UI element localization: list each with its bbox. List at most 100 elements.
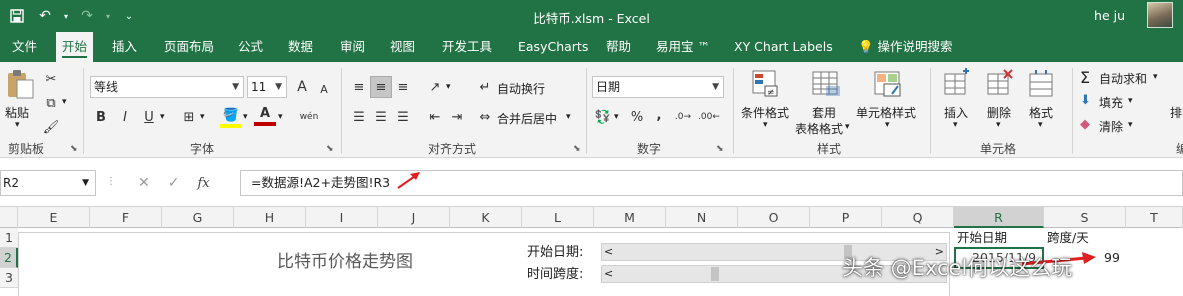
fill-icon[interactable]: ⬇ xyxy=(1080,93,1091,108)
cell-s1[interactable]: 跨度/天 xyxy=(1047,228,1089,248)
accounting-dropdown-icon[interactable]: ▾ xyxy=(614,112,619,122)
scroll-left-icon[interactable]: < xyxy=(604,244,613,260)
format-as-table-label-2[interactable]: 表格格式 xyxy=(795,120,843,137)
conditional-dropdown-icon[interactable]: ▾ xyxy=(763,120,768,130)
cut-icon[interactable]: ✂ xyxy=(40,68,62,90)
delete-cells-icon[interactable] xyxy=(984,68,1016,100)
fill-color-icon[interactable]: 🪣 xyxy=(220,106,242,128)
fill-color-dropdown-icon[interactable]: ▾ xyxy=(243,112,248,122)
tab-5[interactable]: 数据 xyxy=(282,32,319,62)
paste-dropdown-icon[interactable]: ▾ xyxy=(15,120,20,130)
align-middle-icon[interactable]: ≡ xyxy=(370,76,392,98)
tab-0[interactable]: 文件 xyxy=(6,32,43,62)
font-size-combo[interactable]: 11 ▼ xyxy=(247,76,287,98)
column-header-h[interactable]: H xyxy=(234,207,306,228)
wrap-text-button[interactable]: 自动换行 xyxy=(497,80,545,97)
column-header-p[interactable]: P xyxy=(810,207,882,228)
orientation-dropdown-icon[interactable]: ▾ xyxy=(446,82,451,92)
merge-center-icon[interactable]: ⇔ xyxy=(474,106,496,128)
wrap-text-icon[interactable]: ↵ xyxy=(474,76,496,98)
scroll-left-icon[interactable]: < xyxy=(604,266,613,282)
align-left-icon[interactable]: ☰ xyxy=(348,106,370,128)
tab-12[interactable]: XY Chart Labels xyxy=(728,32,839,62)
tab-7[interactable]: 视图 xyxy=(384,32,421,62)
tab-2[interactable]: 插入 xyxy=(106,32,143,62)
font-color-dropdown-icon[interactable]: ▾ xyxy=(278,112,283,122)
column-header-f[interactable]: F xyxy=(90,207,162,228)
autosum-dropdown-icon[interactable]: ▾ xyxy=(1153,72,1158,82)
cancel-icon[interactable]: ✕ xyxy=(138,175,150,191)
column-header-i[interactable]: I xyxy=(306,207,378,228)
column-header-m[interactable]: M xyxy=(594,207,666,228)
paste-icon[interactable] xyxy=(4,68,36,100)
column-header-n[interactable]: N xyxy=(666,207,738,228)
cell-styles-dropdown-icon[interactable]: ▾ xyxy=(885,120,890,130)
clipboard-launcher-icon[interactable]: ⬊ xyxy=(70,144,78,154)
tab-10[interactable]: 帮助 xyxy=(600,32,637,62)
fill-button[interactable]: 填充 xyxy=(1099,94,1123,111)
column-header-o[interactable]: O xyxy=(738,207,810,228)
decrease-indent-icon[interactable]: ⇤ xyxy=(424,106,446,128)
sort-filter-button[interactable]: 排 xyxy=(1170,104,1182,121)
column-header-t[interactable]: T xyxy=(1126,207,1183,228)
format-painter-icon[interactable]: 🖌 xyxy=(40,116,62,138)
bold-button[interactable]: B xyxy=(90,106,112,128)
tab-6[interactable]: 审阅 xyxy=(334,32,371,62)
grow-font-icon[interactable]: A xyxy=(291,76,313,98)
delete-cells-button[interactable]: 删除 xyxy=(987,104,1011,121)
cell-s2[interactable]: 99 xyxy=(1104,248,1120,268)
formula-bar-grip-icon[interactable]: ⋮ xyxy=(106,176,116,187)
alignment-launcher-icon[interactable]: ⬊ xyxy=(573,144,581,154)
borders-icon[interactable]: ⊞ xyxy=(178,106,200,128)
tab-1[interactable]: 开始 xyxy=(56,32,94,62)
column-header-g[interactable]: G xyxy=(162,207,234,228)
autosum-icon[interactable]: Σ xyxy=(1080,68,1090,87)
increase-decimal-icon[interactable]: .0→ xyxy=(672,106,694,128)
format-as-table-dropdown-icon[interactable]: ▾ xyxy=(845,122,850,132)
number-launcher-icon[interactable]: ⬊ xyxy=(716,144,724,154)
column-header-k[interactable]: K xyxy=(450,207,522,228)
column-header-s[interactable]: S xyxy=(1044,207,1126,228)
italic-button[interactable]: I xyxy=(114,106,136,128)
user-name[interactable]: he ju xyxy=(1094,8,1125,23)
column-header-r[interactable]: R xyxy=(954,207,1044,228)
orientation-icon[interactable]: ↗ xyxy=(424,76,446,98)
autosum-button[interactable]: 自动求和 xyxy=(1099,70,1147,87)
align-top-icon[interactable]: ≡ xyxy=(348,76,370,98)
insert-dropdown-icon[interactable]: ▾ xyxy=(953,120,958,130)
align-center-icon[interactable]: ☰ xyxy=(370,106,392,128)
delete-dropdown-icon[interactable]: ▾ xyxy=(996,120,1001,130)
merge-dropdown-icon[interactable]: ▾ xyxy=(566,112,571,122)
avatar[interactable] xyxy=(1147,2,1173,28)
accounting-format-icon[interactable]: 💱 xyxy=(592,106,614,128)
fill-dropdown-icon[interactable]: ▾ xyxy=(1128,96,1133,106)
underline-button[interactable]: U xyxy=(138,106,160,128)
cell-styles-icon[interactable] xyxy=(872,68,904,100)
merge-center-button[interactable]: 合并后居中 xyxy=(497,110,557,127)
name-box[interactable]: R2 ▼ xyxy=(0,170,96,196)
column-header-l[interactable]: L xyxy=(522,207,594,228)
conditional-formatting-icon[interactable]: ≠ xyxy=(750,68,782,100)
copy-dropdown-icon[interactable]: ▾ xyxy=(62,97,67,107)
format-cells-button[interactable]: 格式 xyxy=(1029,104,1053,121)
column-header-j[interactable]: J xyxy=(378,207,450,228)
tab-13[interactable]: 💡 操作说明搜索 xyxy=(852,32,959,62)
borders-dropdown-icon[interactable]: ▾ xyxy=(200,112,205,122)
tab-11[interactable]: 易用宝 ™ xyxy=(650,32,716,62)
number-format-combo[interactable]: 日期 ▼ xyxy=(592,76,724,98)
percent-style-button[interactable]: % xyxy=(626,106,648,128)
paste-button[interactable]: 粘贴 xyxy=(5,104,29,121)
insert-cells-icon[interactable] xyxy=(941,68,973,100)
decrease-decimal-icon[interactable]: .00← xyxy=(698,106,720,128)
font-launcher-icon[interactable]: ⬊ xyxy=(326,144,334,154)
clear-icon[interactable]: ◆ xyxy=(1080,117,1090,132)
formula-input[interactable]: =数据源!A2+走势图!R3 xyxy=(240,170,1183,196)
column-header-e[interactable]: E xyxy=(18,207,90,228)
format-cells-icon[interactable] xyxy=(1026,68,1058,100)
tab-8[interactable]: 开发工具 xyxy=(436,32,498,62)
tab-3[interactable]: 页面布局 xyxy=(158,32,220,62)
format-as-table-icon[interactable] xyxy=(810,68,842,100)
clear-dropdown-icon[interactable]: ▾ xyxy=(1128,120,1133,130)
select-all-corner[interactable] xyxy=(0,207,18,228)
clear-button[interactable]: 清除 xyxy=(1099,118,1123,135)
